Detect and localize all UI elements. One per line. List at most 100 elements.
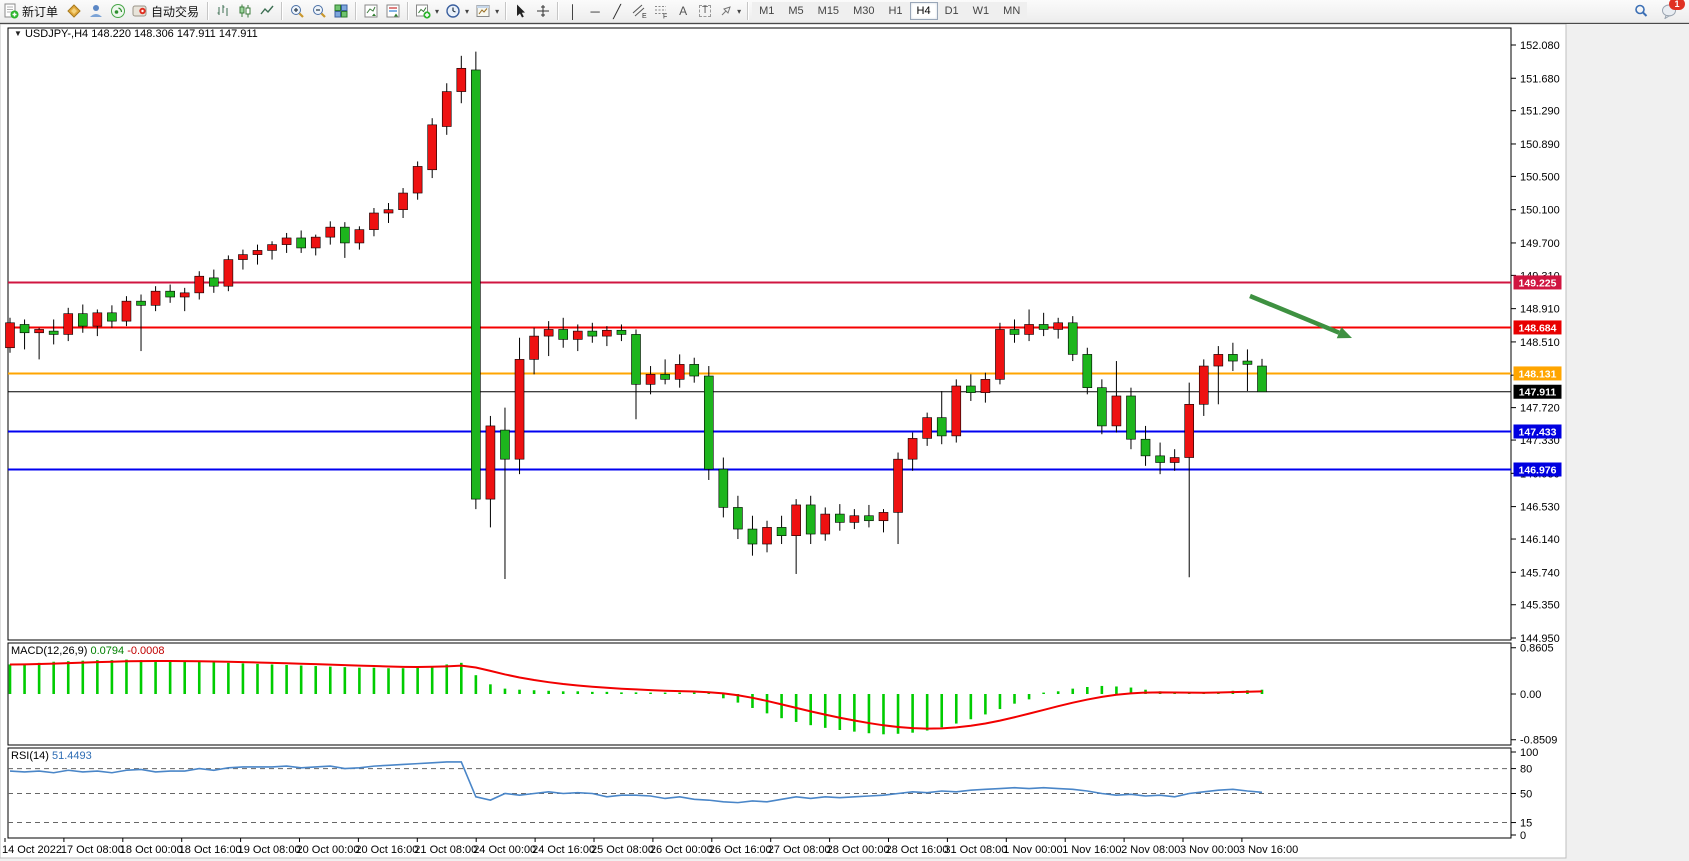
new-chart-button[interactable]: ▾ <box>412 1 442 21</box>
new-order-label: 新订单 <box>22 3 60 20</box>
candle-body <box>471 70 480 499</box>
candle-body <box>195 276 204 293</box>
candle-body <box>180 293 189 297</box>
indicator-list-button[interactable] <box>382 1 404 21</box>
time-axis-label[interactable]: 18 Oct 00:00 <box>120 844 183 856</box>
rsi-indicator-label: RSI(14) 51.4493 <box>11 750 92 762</box>
price-tick-label[interactable]: 145.740 <box>1520 567 1560 579</box>
candle-body <box>1054 323 1063 330</box>
candle-body <box>20 324 29 332</box>
auto-trading-button[interactable]: 自动交易 <box>129 1 204 21</box>
time-axis-label[interactable]: 28 Oct 00:00 <box>827 844 890 856</box>
notification-badge: 1 <box>1669 0 1685 10</box>
rsi-tick-label: 15 <box>1520 818 1532 830</box>
time-axis-label[interactable]: 21 Oct 08:00 <box>414 844 477 856</box>
gold-seal-button[interactable] <box>63 1 85 21</box>
price-tick-label[interactable]: 148.510 <box>1520 337 1560 349</box>
shapes-button[interactable]: ▾ <box>716 1 744 21</box>
price-tick-label[interactable]: 150.100 <box>1520 205 1560 217</box>
timeframe-m1[interactable]: M1 <box>752 2 781 20</box>
signal-button[interactable] <box>107 1 129 21</box>
timeframe-m15[interactable]: M15 <box>811 2 846 20</box>
zoom-out-button[interactable] <box>308 1 330 21</box>
channel-button[interactable]: E <box>628 1 650 21</box>
time-axis-label[interactable]: 17 Oct 08:00 <box>61 844 124 856</box>
price-tick-label[interactable]: 146.140 <box>1520 534 1560 546</box>
line-chart-button[interactable] <box>256 1 278 21</box>
candle-body <box>224 260 233 287</box>
time-axis-label[interactable]: 20 Oct 16:00 <box>355 844 418 856</box>
price-tick-label[interactable]: 145.350 <box>1520 600 1560 612</box>
candle-body <box>1025 324 1034 334</box>
time-axis-label[interactable]: 31 Oct 08:00 <box>944 844 1007 856</box>
fibonacci-button[interactable]: F <box>650 1 672 21</box>
vertical-line-button[interactable]: │ <box>562 1 584 21</box>
price-tick-label[interactable]: 149.700 <box>1520 238 1560 250</box>
horizontal-line-button[interactable]: ─ <box>584 1 606 21</box>
time-axis-label[interactable]: 24 Oct 16:00 <box>532 844 595 856</box>
time-axis-label[interactable]: 18 Oct 16:00 <box>179 844 242 856</box>
macd-panel[interactable] <box>8 643 1511 745</box>
candle-body <box>690 364 699 376</box>
toolbar-separator <box>505 2 507 20</box>
time-axis-label[interactable]: 2 Nov 08:00 <box>1121 844 1180 856</box>
price-tick-label[interactable]: 150.890 <box>1520 139 1560 151</box>
period-clock-button[interactable]: ▾ <box>442 1 472 21</box>
time-axis-label[interactable]: 3 Nov 00:00 <box>1180 844 1239 856</box>
new-order-button[interactable]: 新订单 <box>0 1 63 21</box>
macd-signal-value: -0.0008 <box>127 645 164 657</box>
timeframe-w1[interactable]: W1 <box>966 2 997 20</box>
candle-body <box>850 516 859 523</box>
template-button[interactable]: ▾ <box>472 1 502 21</box>
candle-chart-button[interactable] <box>234 1 256 21</box>
candle-body <box>995 329 1004 379</box>
candle-body <box>1258 366 1267 392</box>
chevron-down-icon: ▾ <box>737 7 741 16</box>
time-axis-label[interactable]: 1 Nov 00:00 <box>1003 844 1062 856</box>
chevron-down-icon[interactable]: ▼ <box>14 29 22 38</box>
zoom-in-button[interactable] <box>286 1 308 21</box>
profile-button[interactable] <box>85 1 107 21</box>
timeframe-m30[interactable]: M30 <box>846 2 881 20</box>
timeframe-h1[interactable]: H1 <box>881 2 909 20</box>
chat-button[interactable]: 1 <box>1658 1 1681 21</box>
price-tick-label[interactable]: 151.290 <box>1520 106 1560 118</box>
time-axis-label[interactable]: 27 Oct 08:00 <box>768 844 831 856</box>
channel-icon: E <box>631 3 647 19</box>
candle-body <box>413 166 422 193</box>
time-axis-label[interactable]: 28 Oct 16:00 <box>886 844 949 856</box>
candle-body <box>704 376 713 469</box>
chart-canvas[interactable]: 152.080 151.680 151.290 150.890 150.500 150.1… <box>0 0 1689 861</box>
text-button[interactable]: A <box>672 1 694 21</box>
cursor-button[interactable] <box>510 1 532 21</box>
time-axis-label[interactable]: 19 Oct 08:00 <box>238 844 301 856</box>
template-icon <box>475 3 491 19</box>
time-axis-label[interactable]: 14 Oct 2022 <box>2 844 62 856</box>
trendline-button[interactable]: ╱ <box>606 1 628 21</box>
time-axis-label[interactable]: 1 Nov 16:00 <box>1062 844 1121 856</box>
text-label-button[interactable]: T <box>694 1 716 21</box>
search-button[interactable] <box>1630 1 1652 21</box>
main-plot-area[interactable] <box>8 28 1511 640</box>
time-axis-label[interactable]: 20 Oct 00:00 <box>297 844 360 856</box>
timeframe-h4[interactable]: H4 <box>910 2 938 20</box>
time-axis-label[interactable]: 26 Oct 00:00 <box>650 844 713 856</box>
timeframe-d1[interactable]: D1 <box>938 2 966 20</box>
time-axis-label[interactable]: 26 Oct 16:00 <box>709 844 772 856</box>
price-tick-label[interactable]: 148.910 <box>1520 304 1560 316</box>
bar-chart-button[interactable] <box>212 1 234 21</box>
indicator-window-button[interactable] <box>360 1 382 21</box>
candle-body <box>369 213 378 230</box>
price-tick-label[interactable]: 151.680 <box>1520 73 1560 85</box>
time-axis-label[interactable]: 24 Oct 00:00 <box>473 844 536 856</box>
time-axis-label[interactable]: 25 Oct 08:00 <box>591 844 654 856</box>
timeframe-mn[interactable]: MN <box>996 2 1027 20</box>
price-tick-label[interactable]: 146.530 <box>1520 502 1560 514</box>
price-tick-label[interactable]: 150.500 <box>1520 171 1560 183</box>
price-tick-label[interactable]: 147.720 <box>1520 403 1560 415</box>
tile-windows-button[interactable] <box>330 1 352 21</box>
time-axis-label[interactable]: 3 Nov 16:00 <box>1239 844 1298 856</box>
timeframe-m5[interactable]: M5 <box>781 2 810 20</box>
price-tick-label[interactable]: 152.080 <box>1520 40 1560 52</box>
crosshair-button[interactable] <box>532 1 554 21</box>
